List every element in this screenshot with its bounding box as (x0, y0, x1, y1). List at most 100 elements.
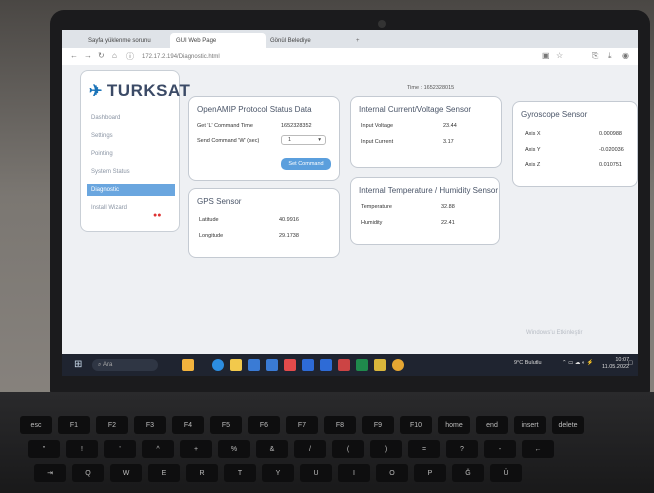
keyboard-key[interactable]: Q (72, 464, 104, 482)
keyboard-key[interactable]: ⇥ (34, 464, 66, 482)
openamip-title: OpenAMIP Protocol Status Data (197, 105, 312, 114)
sidebar-item-diagnostic[interactable]: Diagnostic (87, 184, 175, 196)
keyboard-key[interactable]: + (180, 440, 212, 458)
keyboard-key[interactable]: U (300, 464, 332, 482)
keyboard-key[interactable]: P (414, 464, 446, 482)
store-icon[interactable] (248, 359, 260, 371)
gyroscope-panel: Gyroscope Sensor Axis X 0.000988 Axis Y … (512, 101, 638, 187)
humidity-value: 22.41 (441, 220, 455, 226)
keyboard-key[interactable]: ? (446, 440, 478, 458)
reload-icon[interactable]: ↻ (98, 51, 105, 60)
gps-panel: GPS Sensor Latitude 40.9916 Longitude 29… (188, 188, 340, 258)
favorite-icon[interactable]: ☆ (556, 51, 563, 60)
windows-start-icon[interactable]: ⊞ (74, 359, 85, 370)
send-command-select[interactable]: 1 ▾ (281, 135, 326, 145)
keyboard-key[interactable]: F7 (286, 416, 318, 434)
keyboard-key[interactable]: esc (20, 416, 52, 434)
keyboard-key[interactable]: O (376, 464, 408, 482)
download-icon[interactable]: ⤓ (608, 51, 612, 61)
notification-icon[interactable]: ▢ (628, 360, 633, 366)
keyboard-row: "! ' ^ +% & / () =? - ← (28, 440, 554, 458)
sidebar-item-dashboard[interactable]: Dashboard (87, 112, 175, 124)
keyboard-key[interactable]: I (338, 464, 370, 482)
set-command-button[interactable]: Set Command (281, 158, 331, 170)
keyboard-key[interactable]: Ğ (452, 464, 484, 482)
keyboard-key[interactable]: F10 (400, 416, 432, 434)
select-value: 1 (288, 137, 292, 143)
keyboard-key[interactable]: F5 (210, 416, 242, 434)
back-icon[interactable]: ← (70, 51, 78, 60)
keyboard-key[interactable]: ( (332, 440, 364, 458)
widgets-icon[interactable] (182, 359, 194, 371)
app-icon[interactable] (338, 359, 350, 371)
taskbar-search[interactable]: ⌕ Ara (92, 359, 158, 371)
excel-icon[interactable] (356, 359, 368, 371)
address-bar: ← → ↻ ⌂ ⓘ 172.17.2.194/Diagnostic.html ▣… (62, 48, 638, 66)
taskbar: ⊞ ⌕ Ara 9°C Bulutlu ⌃ ▭ ☁ ◐ ⚡ 10:07 11.0… (62, 354, 638, 376)
sidebar-item-install-wizard[interactable]: Install Wizard (87, 202, 175, 214)
url-field[interactable]: 172.17.2.194/Diagnostic.html (142, 51, 442, 62)
keyboard-key[interactable]: ! (66, 440, 98, 458)
clock[interactable]: 10:07 11.05.2022 (602, 357, 629, 371)
keyboard-key[interactable]: & (256, 440, 288, 458)
keyboard-key[interactable]: F1 (58, 416, 90, 434)
keyboard-key[interactable]: F2 (96, 416, 128, 434)
keyboard-key[interactable]: W (110, 464, 142, 482)
collections-icon[interactable]: ⎘ (592, 51, 598, 61)
keyboard-key[interactable]: ) (370, 440, 402, 458)
latitude-label: Latitude (199, 217, 219, 223)
keyboard-key[interactable]: F8 (324, 416, 356, 434)
keyboard-key[interactable]: ^ (142, 440, 174, 458)
sidebar-item-pointing[interactable]: Pointing (87, 148, 175, 160)
chrome-icon[interactable] (392, 359, 404, 371)
system-tray-icons[interactable]: ⌃ ▭ ☁ ◐ ⚡ (562, 360, 594, 366)
current-voltage-panel: Internal Current/Voltage Sensor Input Vo… (350, 96, 502, 168)
browser-tab-active[interactable]: GUI Web Page (170, 33, 266, 48)
keyboard-key[interactable]: ← (522, 440, 554, 458)
home-icon[interactable]: ⌂ (112, 51, 117, 60)
mail-icon[interactable] (266, 359, 278, 371)
tab-label: Sayfa yüklenme sorunu (88, 37, 151, 44)
keyboard-key[interactable]: / (294, 440, 326, 458)
keyboard-key[interactable]: - (484, 440, 516, 458)
keyboard-key[interactable]: F4 (172, 416, 204, 434)
profile-icon[interactable]: ◉ (622, 51, 629, 60)
app-icon[interactable] (284, 359, 296, 371)
search-placeholder: Ara (103, 362, 113, 368)
app-icon[interactable] (374, 359, 386, 371)
input-current-value: 3.17 (443, 139, 454, 145)
keyboard-key[interactable]: insert (514, 416, 546, 434)
keyboard-key[interactable]: ' (104, 440, 136, 458)
keyboard-key[interactable]: " (28, 440, 60, 458)
keyboard-key[interactable]: Ü (490, 464, 522, 482)
edge-icon[interactable] (212, 359, 224, 371)
keyboard-key[interactable]: end (476, 416, 508, 434)
browser-tab[interactable]: Sayfa yüklenme sorunu (82, 33, 172, 48)
keyboard-key[interactable]: Y (262, 464, 294, 482)
word-icon[interactable] (302, 359, 314, 371)
language-flags-icon[interactable]: ●● (153, 212, 161, 219)
keyboard-key[interactable]: % (218, 440, 250, 458)
keyboard-key[interactable]: F9 (362, 416, 394, 434)
file-explorer-icon[interactable] (230, 359, 242, 371)
keyboard-key[interactable]: E (148, 464, 180, 482)
clock-date: 11.05.2022 (602, 364, 630, 370)
weather-widget[interactable]: 9°C Bulutlu (514, 360, 542, 366)
keyboard-key[interactable]: F6 (248, 416, 280, 434)
browser-tab-bar: Sayfa yüklenme sorunu GUI Web Page Gönül… (62, 30, 638, 48)
keyboard-key[interactable]: = (408, 440, 440, 458)
keyboard-key[interactable]: delete (552, 416, 584, 434)
reader-icon[interactable]: ▣ (542, 51, 550, 60)
app-icon[interactable] (320, 359, 332, 371)
forward-icon[interactable]: → (84, 51, 92, 60)
sidebar-item-settings[interactable]: Settings (87, 130, 175, 142)
keyboard-key[interactable]: R (186, 464, 218, 482)
keyboard-key[interactable]: T (224, 464, 256, 482)
keyboard-key[interactable]: F3 (134, 416, 166, 434)
browser-tab[interactable]: Gönül Belediye (264, 33, 352, 48)
new-tab-button[interactable]: + (350, 33, 376, 48)
temperature-panel: Internal Temperature / Humidity Sensor T… (350, 177, 500, 245)
keyboard-key[interactable]: home (438, 416, 470, 434)
sidebar-item-system-status[interactable]: System Status (87, 166, 175, 178)
sidebar: ✈ TURKSAT Dashboard Settings Pointing Sy… (80, 70, 190, 232)
